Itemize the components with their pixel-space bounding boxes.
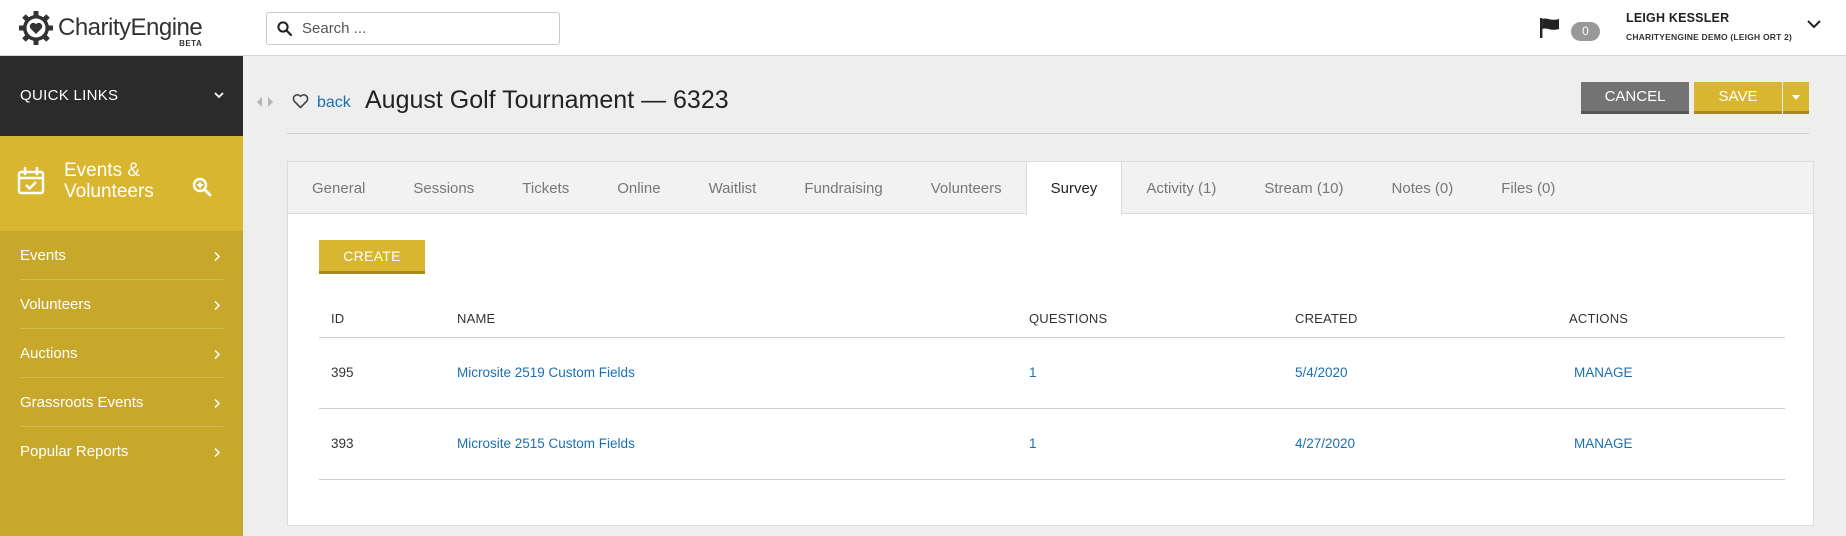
sidebar-item-auctions[interactable]: Auctions	[20, 329, 223, 378]
column-header-questions[interactable]: QUESTIONS	[1029, 311, 1107, 326]
survey-name-link[interactable]: Microsite 2519 Custom Fields	[457, 365, 635, 380]
sidebar-item-label: Grassroots Events	[20, 393, 144, 411]
column-header-created[interactable]: CREATED	[1295, 311, 1358, 326]
search-input[interactable]	[302, 20, 542, 37]
chevron-right-icon	[214, 300, 221, 311]
chevron-right-icon	[214, 349, 221, 360]
zoom-in-icon[interactable]	[192, 177, 212, 197]
survey-id: 395	[331, 365, 354, 380]
gear-heart-icon	[19, 11, 53, 45]
manage-link[interactable]: MANAGE	[1574, 436, 1633, 451]
survey-name-link[interactable]: Microsite 2515 Custom Fields	[457, 436, 635, 451]
tab-tickets[interactable]: Tickets	[498, 162, 593, 214]
tab-bar: General Sessions Tickets Online Waitlist…	[288, 162, 1813, 215]
column-header-actions: ACTIONS	[1569, 311, 1629, 326]
survey-created-link[interactable]: 5/4/2020	[1295, 365, 1348, 380]
table-row: 393 Microsite 2515 Custom Fields 1 4/27/…	[319, 409, 1785, 480]
chevron-right-icon	[214, 398, 221, 409]
chevron-down-icon[interactable]	[1806, 18, 1822, 30]
survey-questions-link[interactable]: 1	[1029, 436, 1037, 451]
brand-name: CharityEngine	[58, 14, 203, 41]
calendar-check-icon	[17, 166, 45, 195]
tab-stream[interactable]: Stream (10)	[1240, 162, 1367, 214]
collapse-sidebar-icon[interactable]	[256, 96, 274, 108]
save-options-dropdown[interactable]	[1783, 82, 1809, 114]
tab-waitlist[interactable]: Waitlist	[685, 162, 781, 214]
chevron-down-icon	[214, 92, 224, 99]
top-bar: CharityEngine BETA 0 LEIGH KESSLER CHARI…	[0, 0, 1846, 56]
charityengine-logo[interactable]: CharityEngine BETA	[18, 10, 203, 48]
sidebar: QUICK LINKS Events & Volunteers Events V…	[0, 56, 243, 536]
survey-created-link[interactable]: 4/27/2020	[1295, 436, 1355, 451]
back-link[interactable]: back	[317, 94, 351, 112]
sidebar-section-header: Events & Volunteers	[0, 136, 243, 231]
sidebar-item-label: Auctions	[20, 344, 78, 362]
tab-notes[interactable]: Notes (0)	[1368, 162, 1478, 214]
survey-questions-link[interactable]: 1	[1029, 365, 1037, 380]
tab-general[interactable]: General	[288, 162, 389, 214]
caret-down-icon	[1792, 95, 1800, 100]
column-header-name[interactable]: NAME	[457, 311, 495, 326]
sidebar-item-label: Volunteers	[20, 295, 91, 313]
tab-sessions[interactable]: Sessions	[389, 162, 498, 214]
table-row: 395 Microsite 2519 Custom Fields 1 5/4/2…	[319, 338, 1785, 409]
sidebar-item-label: Events	[20, 246, 66, 264]
manage-link[interactable]: MANAGE	[1574, 365, 1633, 380]
create-survey-button[interactable]: CREATE	[319, 240, 425, 274]
column-header-id[interactable]: ID	[331, 311, 344, 326]
table-header: ID NAME QUESTIONS CREATED ACTIONS	[319, 302, 1785, 338]
flag-icon[interactable]	[1538, 17, 1562, 39]
search-box[interactable]	[266, 12, 560, 45]
page-title: August Golf Tournament — 6323	[365, 86, 729, 114]
tab-fundraising[interactable]: Fundraising	[780, 162, 906, 214]
event-detail-card: General Sessions Tickets Online Waitlist…	[287, 161, 1814, 526]
quick-links-label: QUICK LINKS	[20, 87, 119, 104]
sidebar-nav: Events Volunteers Auctions Grassroots Ev…	[0, 231, 243, 476]
cancel-button[interactable]: CANCEL	[1581, 82, 1689, 114]
quick-links-toggle[interactable]: QUICK LINKS	[0, 56, 243, 136]
user-organization[interactable]: CHARITYENGINE DEMO (LEIGH ORT 2)	[1626, 32, 1792, 42]
sidebar-section-title: Events & Volunteers	[64, 160, 154, 202]
notification-count-badge[interactable]: 0	[1571, 22, 1600, 41]
save-button[interactable]: SAVE	[1694, 82, 1782, 114]
search-icon	[277, 21, 292, 36]
tab-activity[interactable]: Activity (1)	[1122, 162, 1240, 214]
sidebar-item-popular-reports[interactable]: Popular Reports	[20, 427, 223, 476]
survey-id: 393	[331, 436, 354, 451]
logo-wordmark: CharityEngine BETA	[58, 14, 203, 48]
user-name[interactable]: LEIGH KESSLER	[1626, 11, 1729, 25]
tab-files[interactable]: Files (0)	[1477, 162, 1579, 214]
sidebar-item-grassroots-events[interactable]: Grassroots Events	[20, 378, 223, 427]
sidebar-item-label: Popular Reports	[20, 443, 129, 460]
beta-label: BETA	[179, 39, 203, 48]
sidebar-item-volunteers[interactable]: Volunteers	[20, 280, 223, 329]
chevron-right-icon	[214, 447, 221, 458]
survey-table: ID NAME QUESTIONS CREATED ACTIONS 395 Mi…	[319, 302, 1785, 480]
sidebar-item-events[interactable]: Events	[20, 231, 223, 280]
tab-online[interactable]: Online	[593, 162, 684, 214]
divider	[287, 133, 1809, 134]
heart-icon[interactable]	[292, 93, 309, 109]
tab-volunteers[interactable]: Volunteers	[907, 162, 1026, 214]
tab-survey[interactable]: Survey	[1025, 162, 1123, 215]
chevron-right-icon	[214, 251, 221, 262]
